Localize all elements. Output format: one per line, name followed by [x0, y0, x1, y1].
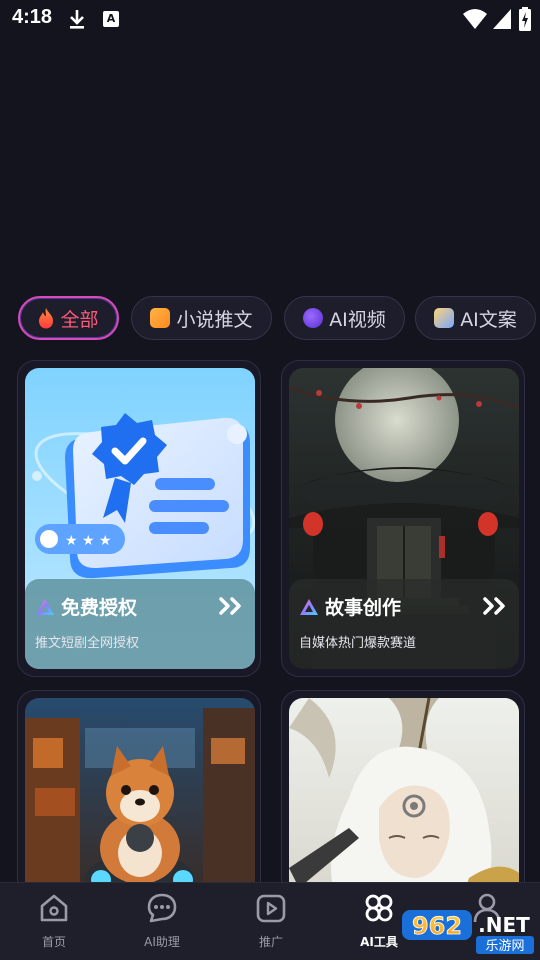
copywriting-icon	[434, 308, 455, 328]
nav-item-ai-assistant[interactable]: AI助理	[117, 891, 207, 950]
battery-charging-icon	[519, 7, 531, 31]
card-title: 免费授权	[61, 597, 138, 619]
wifi-icon	[463, 9, 487, 29]
play-icon	[256, 894, 286, 923]
home-icon	[40, 894, 68, 922]
card-caption: 免费授权 推文短剧全网授权	[25, 579, 255, 669]
ai-logo-icon	[36, 598, 54, 615]
filter-chip-label: 全部	[60, 308, 99, 331]
app-notification-icon: A	[103, 11, 119, 27]
card-caption: 故事创作 自媒体热门爆款赛道	[289, 579, 519, 669]
nav-item-promote[interactable]: 推广	[226, 891, 316, 950]
tool-card-free-license[interactable]: ★ ★ ★ 免费授权 推文短剧全网授权	[17, 360, 261, 677]
ai-logo-icon	[300, 598, 318, 615]
card-subtitle: 推文短剧全网授权	[35, 636, 140, 651]
status-bar: 4:18 A	[0, 0, 540, 40]
filter-chip-ai-video[interactable]: AI视频	[284, 296, 405, 340]
chat-icon	[147, 893, 177, 923]
filter-chip-novel[interactable]: 小说推文	[131, 296, 272, 340]
filter-chip-ai-copy[interactable]: AI文案	[415, 296, 536, 340]
double-chevron-right-icon[interactable]	[219, 597, 243, 615]
tool-card-story-creation[interactable]: 故事创作 自媒体热门爆款赛道	[281, 360, 525, 677]
card-title: 故事创作	[325, 597, 402, 619]
video-icon	[303, 308, 324, 328]
tools-grid-icon	[365, 894, 393, 922]
nav-label: 首页	[41, 935, 66, 949]
filter-chip-label: 小说推文	[176, 308, 253, 331]
watermark-tld: .NET	[478, 913, 530, 937]
watermark-site: 乐游网	[485, 939, 524, 954]
nav-item-home[interactable]: 首页	[9, 891, 99, 950]
double-chevron-right-icon[interactable]	[483, 597, 507, 615]
filter-chip-label: AI文案	[460, 308, 517, 331]
download-icon	[70, 10, 84, 29]
watermark-logo: 962 .NET 乐游网	[400, 908, 536, 956]
category-filter-bar: 全部 小说推文 AI视频 AI文案	[0, 296, 540, 344]
nav-label: AI助理	[144, 935, 180, 949]
card-subtitle: 自媒体热门爆款赛道	[299, 636, 417, 651]
svg-text:★ ★ ★: ★ ★ ★	[65, 533, 112, 549]
filter-chip-label: AI视频	[329, 308, 386, 331]
fire-icon	[39, 308, 54, 329]
tool-card-character-image[interactable]	[281, 690, 525, 910]
watermark-brand: 962	[412, 912, 462, 940]
shiba-dog-motorcycle	[25, 698, 255, 908]
signal-icon	[493, 9, 511, 29]
nav-label: 推广	[258, 935, 283, 949]
novel-icon	[150, 308, 171, 328]
tool-card-dog-image[interactable]	[17, 690, 261, 910]
status-time: 4:18	[12, 6, 53, 28]
white-haired-xianxia-character	[289, 698, 519, 908]
filter-chip-all[interactable]: 全部	[18, 296, 119, 340]
